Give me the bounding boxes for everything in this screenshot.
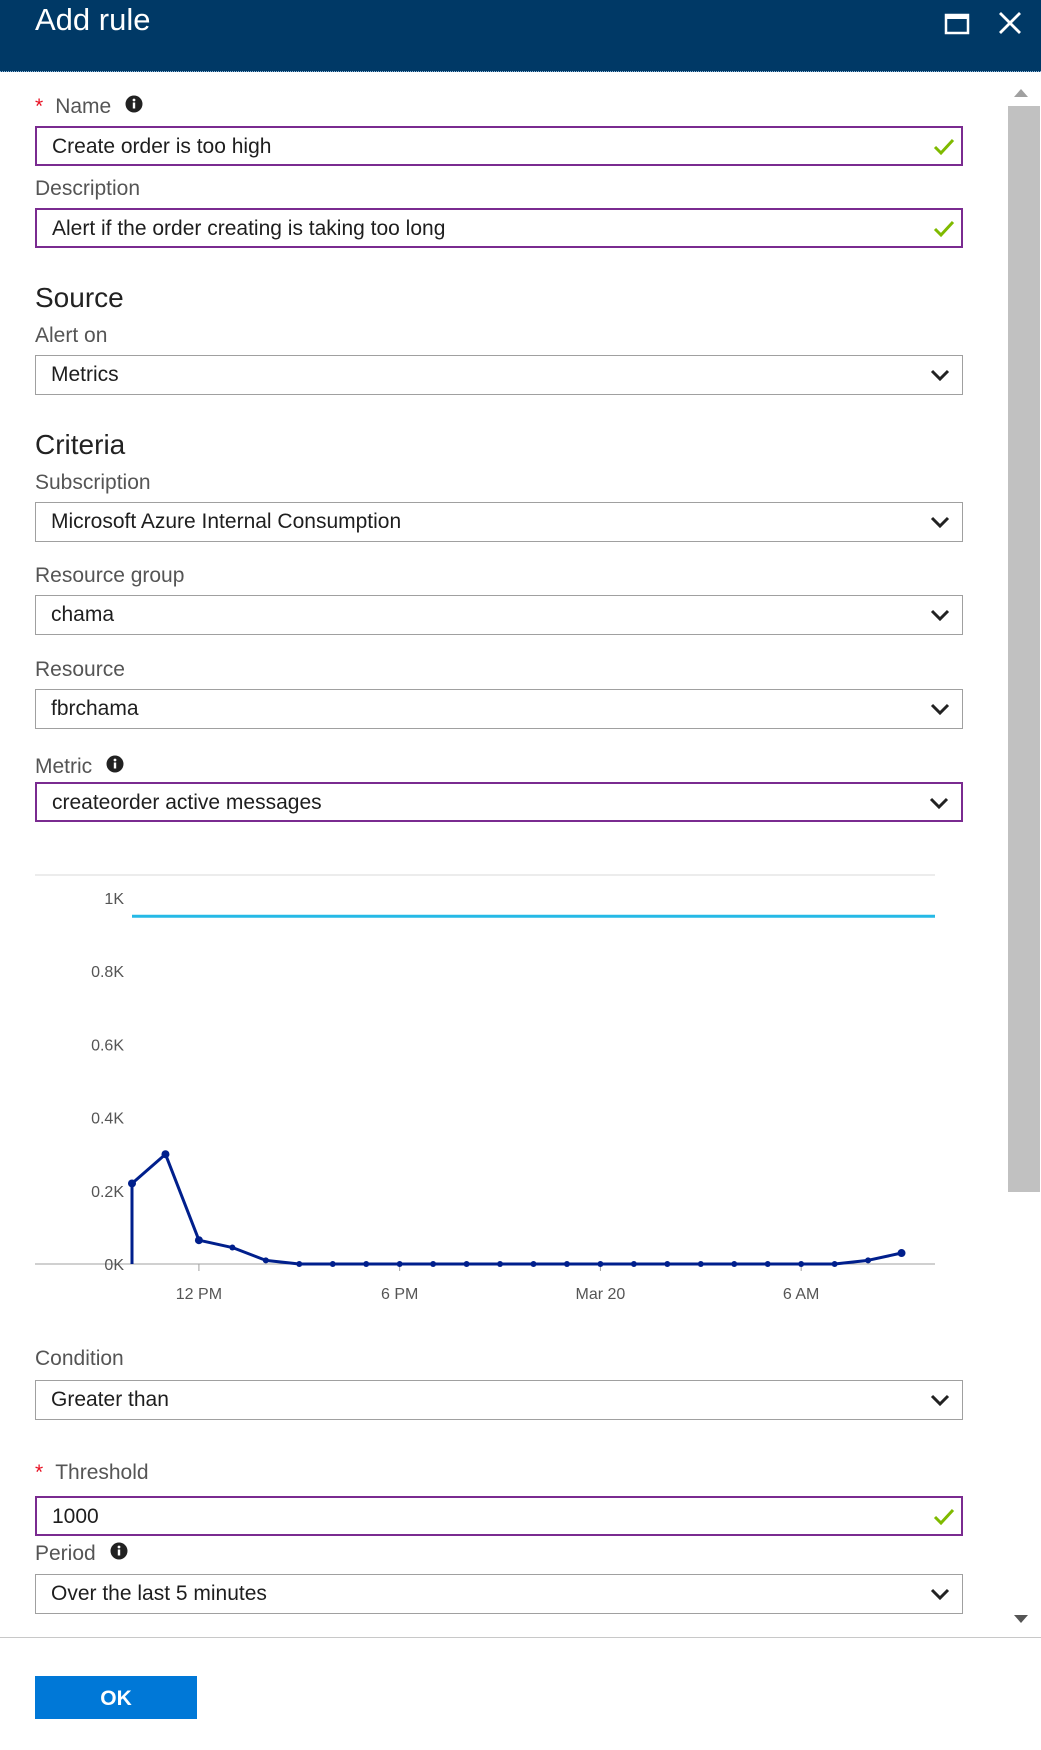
data-point: [597, 1261, 604, 1267]
threshold-input[interactable]: 1000: [35, 1496, 963, 1536]
blade-footer: OK: [0, 1637, 1041, 1750]
data-point: [798, 1261, 805, 1267]
blade-header: Add rule: [0, 0, 1041, 72]
alert-on-select[interactable]: Metrics: [35, 355, 963, 395]
data-point: [831, 1261, 838, 1267]
chevron-down-icon: [930, 702, 950, 721]
form-content: * Name Create order is too high Descripti…: [0, 72, 1004, 1637]
condition-label: Condition: [35, 1347, 124, 1370]
resource-group-select[interactable]: chama: [35, 595, 963, 635]
chevron-down-icon: [930, 368, 950, 387]
data-point: [430, 1261, 437, 1267]
chevron-down-icon: [930, 608, 950, 627]
data-point: [865, 1257, 872, 1264]
criteria-heading: Criteria: [35, 429, 126, 460]
data-point: [764, 1261, 771, 1267]
data-point: [229, 1244, 236, 1251]
valid-check-icon: [933, 137, 955, 162]
ok-button[interactable]: OK: [35, 1676, 197, 1719]
metric-chart: 0K 0.2K 0.4K 0.6K 0.8K 1K 12 PM 6 PM Mar 20 6 AM: [35, 874, 935, 1300]
data-point: [630, 1261, 637, 1267]
x-tick-label: 6 AM: [783, 1286, 819, 1300]
period-label: Period: [35, 1542, 128, 1566]
condition-select[interactable]: Greater than: [35, 1380, 963, 1420]
required-marker: *: [35, 1461, 44, 1484]
name-input[interactable]: Create order is too high: [35, 126, 963, 166]
data-point: [128, 1179, 136, 1188]
info-icon[interactable]: [110, 1542, 128, 1566]
data-point: [262, 1257, 269, 1264]
alert-on-label: Alert on: [35, 324, 108, 347]
maximize-icon[interactable]: [938, 4, 978, 44]
close-icon[interactable]: [990, 4, 1030, 44]
period-select[interactable]: Over the last 5 minutes: [35, 1574, 963, 1614]
data-point: [497, 1261, 504, 1267]
data-point: [161, 1150, 170, 1159]
y-tick-label: 0.4K: [91, 1111, 124, 1128]
data-point: [897, 1249, 906, 1258]
subscription-label: Subscription: [35, 471, 151, 494]
series-line: [130, 1152, 902, 1266]
y-tick-label: 0.8K: [91, 964, 124, 981]
data-point: [664, 1261, 671, 1267]
resource-group-label: Resource group: [35, 564, 185, 587]
scroll-down-arrow-icon[interactable]: [1014, 1612, 1028, 1630]
data-point: [329, 1261, 336, 1267]
y-tick-label: 1K: [104, 891, 124, 908]
data-point: [731, 1261, 738, 1267]
threshold-label: * Threshold: [35, 1461, 149, 1484]
data-point: [194, 1236, 203, 1245]
subscription-select[interactable]: Microsoft Azure Internal Consumption: [35, 502, 963, 542]
scroll-up-arrow-icon[interactable]: [1014, 84, 1028, 102]
data-point: [396, 1261, 403, 1267]
info-icon[interactable]: [125, 95, 143, 119]
x-tick-label: Mar 20: [576, 1286, 626, 1300]
source-heading: Source: [35, 282, 124, 313]
blade-title: Add rule: [35, 2, 151, 37]
chevron-down-icon: [930, 1393, 950, 1412]
resource-select[interactable]: fbrchama: [35, 689, 963, 729]
metric-select[interactable]: createorder active messages: [35, 782, 963, 822]
x-tick-label: 6 PM: [381, 1286, 418, 1300]
y-tick-label: 0K: [104, 1257, 124, 1274]
data-point: [530, 1261, 537, 1267]
valid-check-icon: [933, 219, 955, 244]
data-point: [363, 1261, 370, 1267]
resource-label: Resource: [35, 658, 125, 681]
data-point: [296, 1261, 303, 1267]
description-label: Description: [35, 177, 141, 200]
valid-check-icon: [933, 1507, 955, 1532]
description-input[interactable]: Alert if the order creating is taking to…: [35, 208, 963, 248]
data-point: [563, 1261, 570, 1267]
scrollbar-thumb[interactable]: [1008, 106, 1040, 1192]
y-tick-label: 0.6K: [91, 1037, 124, 1054]
chevron-down-icon: [929, 796, 949, 815]
required-marker: *: [35, 95, 44, 118]
y-tick-label: 0.2K: [91, 1184, 124, 1201]
chevron-down-icon: [930, 515, 950, 534]
data-point: [463, 1261, 470, 1267]
data-point: [697, 1261, 704, 1267]
chevron-down-icon: [930, 1587, 950, 1606]
info-icon[interactable]: [106, 755, 124, 779]
metric-label: Metric: [35, 755, 124, 779]
x-tick-label: 12 PM: [176, 1286, 222, 1300]
name-label: * Name: [35, 95, 143, 119]
